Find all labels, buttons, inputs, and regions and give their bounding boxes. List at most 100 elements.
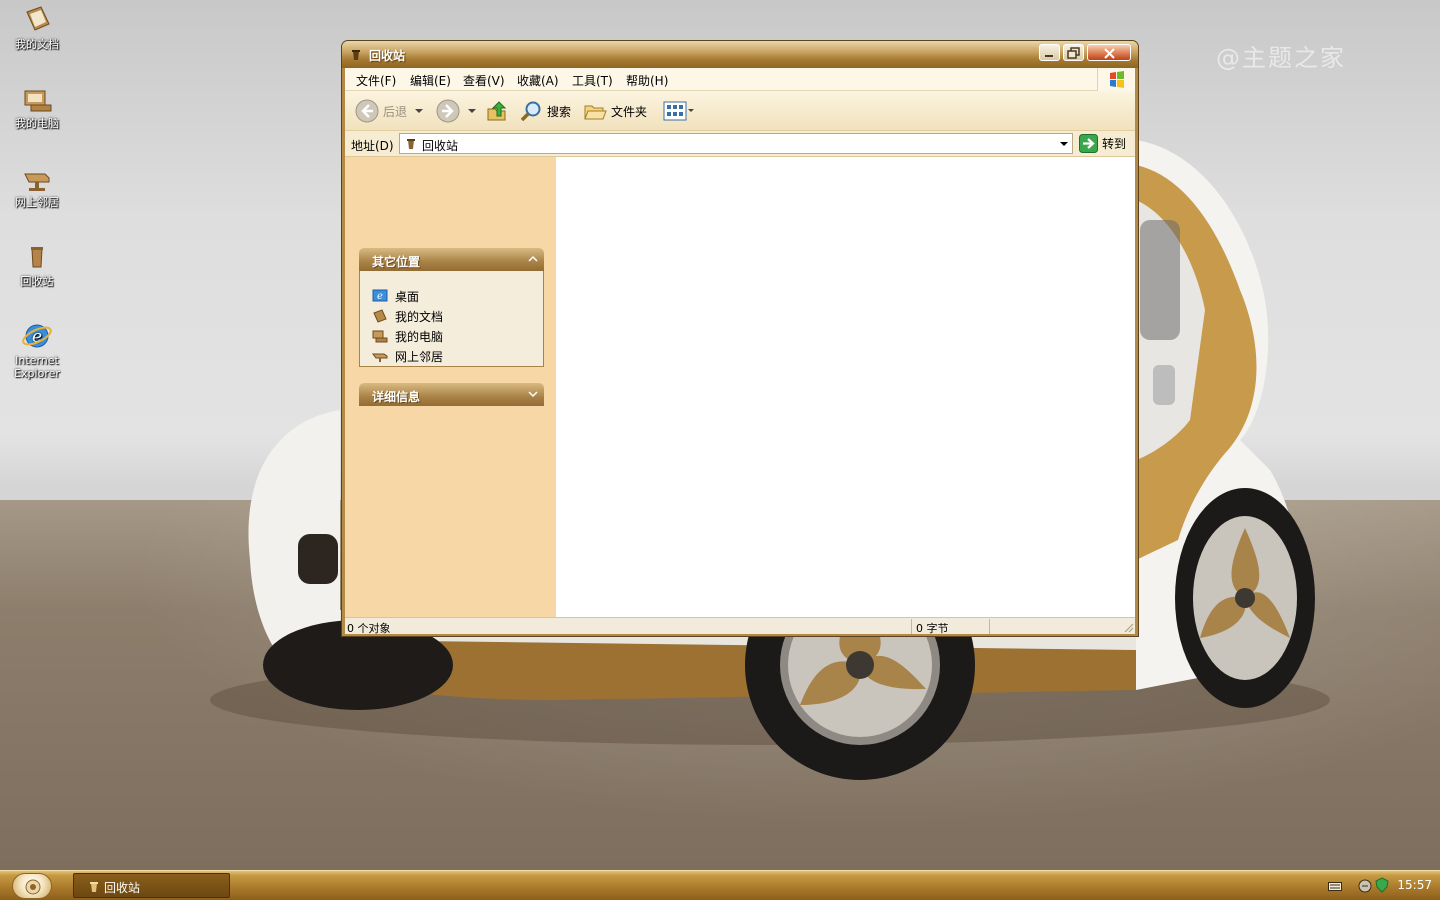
- standard-toolbar: 后退 搜索 文件夹: [345, 91, 1135, 131]
- search-icon: [520, 101, 541, 122]
- recycle-bin-icon: [352, 50, 360, 60]
- desktop-icon-label: 我的电脑: [15, 117, 59, 130]
- task-pane: 其它位置 e 桌面 我的文档 我的电脑 网上邻居 详细信息: [345, 157, 556, 617]
- go-label: 转到: [1102, 137, 1127, 151]
- network-places-icon: [372, 353, 388, 362]
- details-header[interactable]: 详细信息: [359, 383, 544, 406]
- status-separator: [911, 619, 912, 634]
- place-link-label: 桌面: [395, 289, 420, 304]
- system-tray: 15:57: [1318, 872, 1440, 900]
- back-label: 后退: [383, 104, 408, 119]
- menu-favorites[interactable]: 收藏(A): [517, 72, 559, 89]
- menu-bar: 文件(F) 编辑(E) 查看(V) 收藏(A) 工具(T) 帮助(H): [345, 68, 1135, 91]
- address-dropdown-icon[interactable]: [1057, 136, 1070, 151]
- forward-arrow-icon: [436, 99, 460, 123]
- window-titlebar[interactable]: 回收站: [342, 41, 1138, 68]
- place-link-label: 我的电脑: [395, 329, 444, 344]
- address-input[interactable]: 回收站: [399, 133, 1073, 154]
- network-status-icon[interactable]: [1358, 878, 1374, 894]
- taskbar-clock[interactable]: 15:57: [1397, 878, 1432, 892]
- maximize-button[interactable]: [1063, 44, 1084, 61]
- desktop-icon-internet-explorer[interactable]: e Internet Explorer: [1, 320, 73, 380]
- my-documents-icon: [26, 6, 50, 31]
- other-places-list: e 桌面 我的文档 我的电脑 网上邻居: [359, 271, 544, 367]
- search-button[interactable]: 搜索: [519, 96, 571, 126]
- desktop-icon-label: Internet Explorer: [14, 354, 60, 380]
- views-button[interactable]: [663, 96, 695, 126]
- address-value: 回收站: [422, 139, 459, 153]
- desktop-icon-label: 我的文档: [15, 38, 59, 51]
- place-link-label: 网上邻居: [395, 349, 444, 364]
- menu-file[interactable]: 文件(F): [356, 72, 396, 89]
- chevron-down-icon: [468, 109, 476, 113]
- place-link-desktop[interactable]: e 桌面: [372, 287, 419, 305]
- desktop-icon-label: 网上邻居: [15, 196, 59, 209]
- collapse-chevron-icon[interactable]: [525, 251, 541, 267]
- start-button[interactable]: [12, 873, 52, 899]
- search-label: 搜索: [547, 104, 572, 119]
- my-computer-icon: [372, 330, 388, 343]
- internet-explorer-icon: e: [22, 324, 52, 348]
- windows-flag-icon: [1110, 71, 1124, 88]
- place-link-network-places[interactable]: 网上邻居: [372, 347, 443, 365]
- up-button[interactable]: [485, 96, 509, 126]
- status-object-count: 0 个对象: [347, 622, 391, 635]
- expand-chevron-icon[interactable]: [525, 386, 541, 402]
- back-button[interactable]: 后退: [355, 96, 425, 126]
- wallpaper-watermark: @主题之家: [1216, 44, 1346, 72]
- my-computer-icon: [24, 90, 52, 112]
- place-link-label: 我的文档: [395, 309, 444, 324]
- my-documents-icon: [373, 309, 387, 323]
- folder-up-icon: [487, 101, 507, 121]
- taskbar: 回收站 15:57: [0, 870, 1440, 900]
- file-list-area[interactable]: [556, 157, 1135, 617]
- menu-edit[interactable]: 编辑(E): [410, 72, 451, 89]
- taskbar-item-recycle-bin[interactable]: 回收站: [73, 873, 230, 898]
- chevron-down-icon: [688, 109, 694, 112]
- desktop-icon-my-computer[interactable]: 我的电脑: [1, 83, 73, 130]
- place-link-my-documents[interactable]: 我的文档: [372, 307, 443, 325]
- network-places-icon: [24, 173, 50, 191]
- minimize-icon: [1045, 55, 1053, 57]
- windows-logo: [1097, 68, 1135, 91]
- menu-view[interactable]: 查看(V): [463, 72, 505, 89]
- status-bar: 0 个对象 0 字节: [345, 617, 1135, 635]
- minimize-button[interactable]: [1039, 44, 1060, 61]
- menu-help[interactable]: 帮助(H): [626, 72, 668, 89]
- other-places-header[interactable]: 其它位置: [359, 248, 544, 271]
- folders-label: 文件夹: [611, 104, 648, 119]
- forward-button[interactable]: [436, 96, 478, 126]
- start-logo-icon: [25, 879, 41, 895]
- recycle-bin-icon: [407, 139, 415, 149]
- status-separator: [989, 619, 990, 634]
- views-icon: [663, 101, 687, 121]
- folders-button[interactable]: 文件夹: [583, 96, 647, 126]
- security-shield-icon[interactable]: [1374, 877, 1390, 893]
- resize-grip-icon[interactable]: [1122, 621, 1134, 633]
- window-title: 回收站: [369, 49, 406, 63]
- address-label: 地址(D): [351, 139, 394, 153]
- back-arrow-icon: [355, 99, 379, 123]
- keyboard-icon[interactable]: [1328, 880, 1342, 892]
- desktop-icon-network-places[interactable]: 网上邻居: [1, 162, 73, 209]
- desktop-icon-label: 回收站: [20, 275, 54, 288]
- close-icon: [1104, 48, 1115, 59]
- close-button[interactable]: [1087, 44, 1131, 61]
- status-size: 0 字节: [916, 622, 949, 635]
- go-button[interactable]: 转到: [1079, 133, 1126, 154]
- desktop-icon-my-documents[interactable]: 我的文档: [1, 4, 73, 51]
- folders-icon: [584, 105, 607, 120]
- recycle-bin-icon: [31, 247, 43, 268]
- explorer-window[interactable]: 回收站 文件(F) 编辑(E) 查看(V) 收藏(A) 工具(T) 帮助(H): [341, 40, 1139, 637]
- menu-tools[interactable]: 工具(T): [572, 72, 613, 89]
- taskbar-item-label: 回收站: [104, 881, 141, 895]
- desktop-icon-recycle-bin[interactable]: 回收站: [1, 241, 73, 288]
- place-link-my-computer[interactable]: 我的电脑: [372, 327, 443, 345]
- desktop-icon: e: [372, 289, 388, 302]
- recycle-bin-icon: [90, 882, 98, 892]
- go-arrow-icon: [1079, 134, 1098, 153]
- address-bar: 地址(D) 回收站 转到: [345, 131, 1135, 157]
- window-client: 文件(F) 编辑(E) 查看(V) 收藏(A) 工具(T) 帮助(H) 后退 搜…: [345, 68, 1135, 635]
- other-places-title: 其它位置: [372, 255, 421, 269]
- details-title: 详细信息: [372, 390, 421, 404]
